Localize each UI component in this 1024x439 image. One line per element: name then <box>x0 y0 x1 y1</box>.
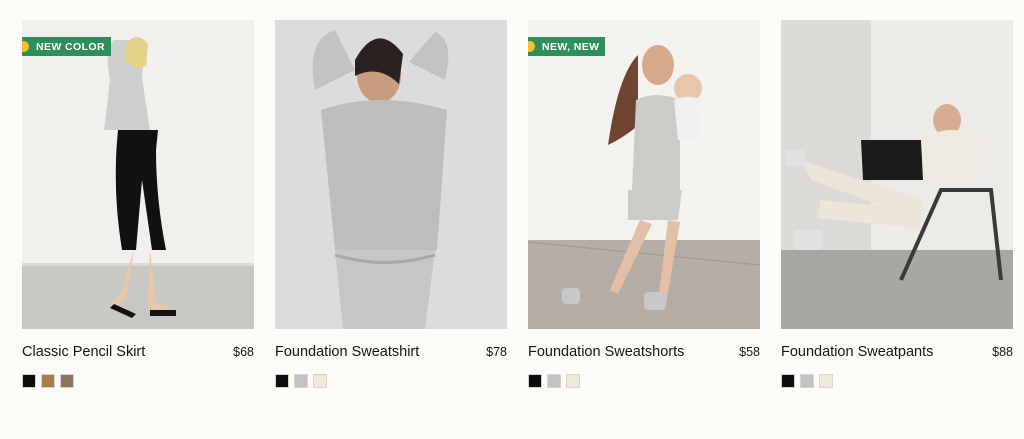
badge-label: NEW, NEW <box>542 40 600 53</box>
color-swatches <box>781 374 1013 388</box>
product-price: $58 <box>739 345 760 359</box>
color-swatches <box>22 374 254 388</box>
swatch-black[interactable] <box>781 374 795 388</box>
product-card[interactable]: NEW COLOR Classic Pencil Skirt $68 <box>22 20 254 388</box>
product-price: $68 <box>233 345 254 359</box>
badge-label: NEW COLOR <box>36 40 105 53</box>
swatch-black[interactable] <box>22 374 36 388</box>
product-name[interactable]: Foundation Sweatshirt <box>275 344 419 360</box>
product-image[interactable] <box>781 20 1013 329</box>
color-swatches <box>275 374 507 388</box>
product-info: Foundation Sweatshorts $58 <box>528 344 760 360</box>
swatch-heather-grey[interactable] <box>547 374 561 388</box>
product-name[interactable]: Foundation Sweatshorts <box>528 344 684 360</box>
color-swatches <box>528 374 760 388</box>
product-badge: NEW, NEW <box>528 37 606 56</box>
product-name[interactable]: Classic Pencil Skirt <box>22 344 145 360</box>
product-card[interactable]: Foundation Sweatshirt $78 <box>275 20 507 388</box>
product-info: Classic Pencil Skirt $68 <box>22 344 254 360</box>
swatch-black[interactable] <box>275 374 289 388</box>
badge-dot-icon <box>528 41 535 52</box>
product-price: $88 <box>992 345 1013 359</box>
swatch-cream[interactable] <box>566 374 580 388</box>
product-image[interactable] <box>275 20 507 329</box>
swatch-snake[interactable] <box>60 374 74 388</box>
swatch-heather-grey[interactable] <box>294 374 308 388</box>
swatch-cream[interactable] <box>313 374 327 388</box>
product-badge: NEW COLOR <box>22 37 111 56</box>
product-image[interactable]: NEW, NEW <box>528 20 760 329</box>
product-name[interactable]: Foundation Sweatpants <box>781 344 933 360</box>
swatch-black[interactable] <box>528 374 542 388</box>
product-card[interactable]: NEW, NEW Foundation Sweatshorts $58 <box>528 20 760 388</box>
swatch-leopard[interactable] <box>41 374 55 388</box>
product-info: Foundation Sweatshirt $78 <box>275 344 507 360</box>
product-info: Foundation Sweatpants $88 <box>781 344 1013 360</box>
product-image[interactable]: NEW COLOR <box>22 20 254 329</box>
swatch-cream[interactable] <box>819 374 833 388</box>
product-price: $78 <box>486 345 507 359</box>
swatch-heather-grey[interactable] <box>800 374 814 388</box>
badge-dot-icon <box>22 41 29 52</box>
product-card[interactable]: Foundation Sweatpants $88 <box>781 20 1013 388</box>
product-grid: NEW COLOR Classic Pencil Skirt $68 Found… <box>22 20 1013 388</box>
